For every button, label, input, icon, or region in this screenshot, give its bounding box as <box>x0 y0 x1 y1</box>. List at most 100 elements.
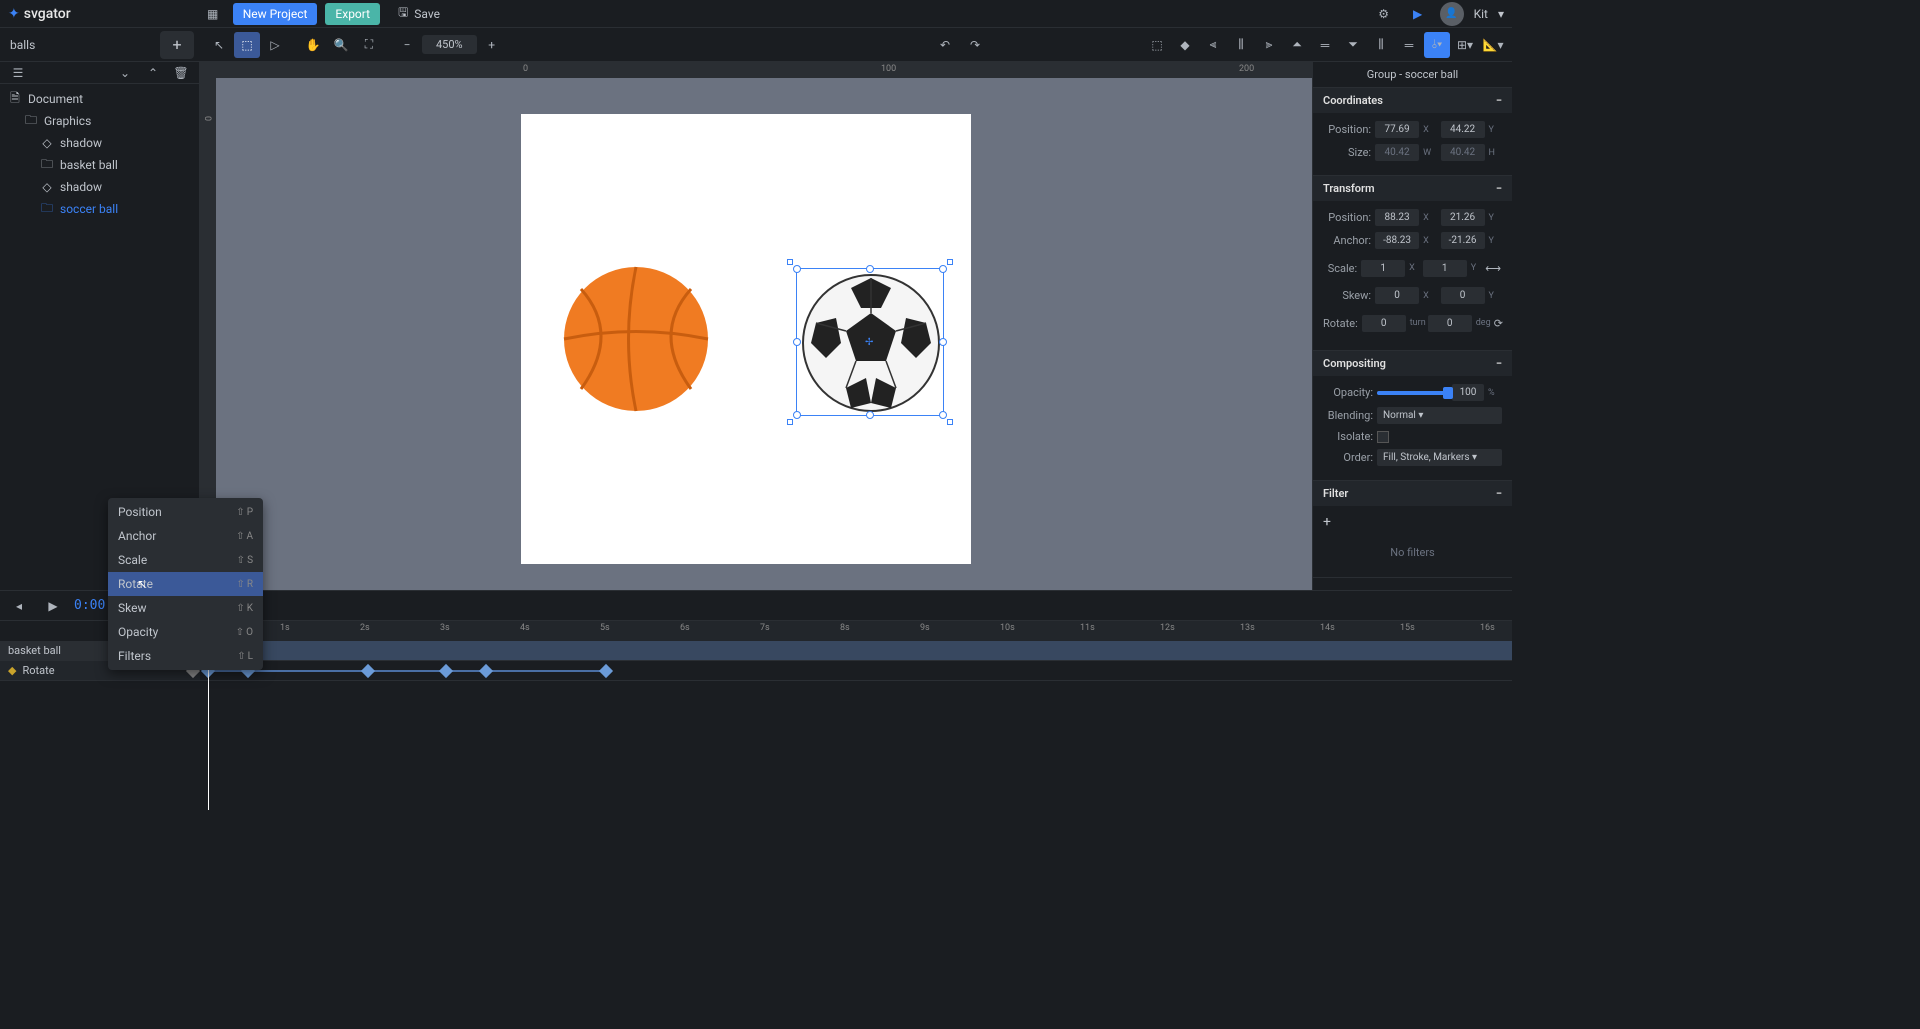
resize-handle[interactable] <box>866 265 874 273</box>
resize-handle[interactable] <box>793 411 801 419</box>
keyframe[interactable] <box>361 664 375 678</box>
size-h-input[interactable] <box>1441 144 1485 161</box>
keyframe[interactable] <box>439 664 453 678</box>
pan-tool[interactable]: ✋ <box>300 32 326 58</box>
rotate-turn-input[interactable] <box>1362 315 1406 332</box>
ctx-position[interactable]: Position⇧ P <box>108 500 263 524</box>
anchor-point-icon[interactable]: ✢ <box>865 337 873 348</box>
ctx-filters[interactable]: Filters⇧ L <box>108 644 263 668</box>
ctx-opacity[interactable]: Opacity⇧ O <box>108 620 263 644</box>
rotate-handle[interactable] <box>947 419 953 425</box>
opacity-slider[interactable] <box>1377 391 1448 395</box>
skew-y-input[interactable] <box>1441 287 1485 304</box>
blending-select[interactable]: Normal ▾ <box>1377 407 1502 424</box>
position-y-input[interactable] <box>1441 121 1485 138</box>
align-right-icon[interactable]: ⫸ <box>1256 32 1282 58</box>
resize-handle[interactable] <box>939 265 947 273</box>
zoom-level[interactable]: 450% <box>422 35 477 54</box>
distribute-h-icon[interactable]: ⫼ <box>1368 32 1394 58</box>
settings-icon[interactable]: ⚙ <box>1372 2 1396 26</box>
keyframe[interactable] <box>479 664 493 678</box>
align-bottom-icon[interactable]: ⏷ <box>1340 32 1366 58</box>
timeline-ruler[interactable]: 1s2s3s4s5s6s7s8s9s10s11s12s13s14s15s16s <box>200 621 1512 641</box>
filter-header[interactable]: Filter − <box>1313 481 1512 506</box>
redo-button[interactable]: ↷ <box>962 32 988 58</box>
rotate-handle[interactable] <box>947 259 953 265</box>
keyframe[interactable] <box>599 664 613 678</box>
size-w-input[interactable] <box>1375 144 1419 161</box>
resize-handle[interactable] <box>793 338 801 346</box>
undo-button[interactable]: ↶ <box>932 32 958 58</box>
tree-item-basketball[interactable]: 🗀 basket ball <box>0 154 199 176</box>
align-top-icon[interactable]: ⏶ <box>1284 32 1310 58</box>
trash-icon[interactable]: 🗑 <box>169 61 193 85</box>
align-middle-icon[interactable]: ═ <box>1312 32 1338 58</box>
t-position-x-input[interactable] <box>1375 209 1419 226</box>
add-button[interactable]: + <box>160 31 194 59</box>
node-tool[interactable]: ▷ <box>262 32 288 58</box>
scale-y-input[interactable] <box>1423 260 1467 277</box>
transform-header[interactable]: Transform − <box>1313 176 1512 201</box>
track-lane-rotate[interactable] <box>200 661 1512 681</box>
t-position-y-input[interactable] <box>1441 209 1485 226</box>
tree-item-soccerball[interactable]: 🗀 soccer ball <box>0 198 199 220</box>
snap-button[interactable]: ⫰▾ <box>1424 32 1450 58</box>
order-select[interactable]: Fill, Stroke, Markers ▾ <box>1377 449 1502 466</box>
align-tool-1[interactable]: ⬚ <box>1144 32 1170 58</box>
canvas[interactable]: 0 100 200 0 <box>200 62 1312 590</box>
ruler-icon[interactable]: 📐▾ <box>1480 32 1506 58</box>
rotate-deg-input[interactable] <box>1428 315 1472 332</box>
pointer-tool[interactable]: ↖ <box>206 32 232 58</box>
grid-icon[interactable]: ⊞▾ <box>1452 32 1478 58</box>
align-center-h-icon[interactable]: ⫼ <box>1228 32 1254 58</box>
track-content[interactable] <box>200 641 1512 681</box>
zoom-tool[interactable]: 🔍 <box>328 32 354 58</box>
link-icon[interactable]: ⟷ <box>1484 255 1502 281</box>
resize-handle[interactable] <box>939 338 947 346</box>
opacity-input[interactable] <box>1452 384 1484 401</box>
skew-x-input[interactable] <box>1375 287 1419 304</box>
grid-view-icon[interactable]: ▦ <box>201 2 225 26</box>
tree-root[interactable]: 🗎 Document <box>0 88 199 110</box>
align-left-icon[interactable]: ⫷ <box>1200 32 1226 58</box>
resize-handle[interactable] <box>939 411 947 419</box>
align-tool-2[interactable]: ◆ <box>1172 32 1198 58</box>
ctx-rotate[interactable]: Rotate⇧ R <box>108 572 263 596</box>
distribute-v-icon[interactable]: ═ <box>1396 32 1422 58</box>
add-filter-button[interactable]: + <box>1323 514 1331 530</box>
basketball-shape[interactable] <box>561 264 711 414</box>
track-lane-group[interactable] <box>200 641 1512 661</box>
panel-menu-icon[interactable]: ☰ <box>6 61 30 85</box>
position-x-input[interactable] <box>1375 121 1419 138</box>
ctx-scale[interactable]: Scale⇧ S <box>108 548 263 572</box>
isolate-checkbox[interactable] <box>1377 431 1389 443</box>
save-button[interactable]: 🖫 Save <box>388 0 450 28</box>
tl-prev-button[interactable]: ◂ <box>6 593 32 619</box>
export-button[interactable]: Export <box>325 3 380 25</box>
ctx-skew[interactable]: Skew⇧ K <box>108 596 263 620</box>
chevron-up-icon[interactable]: ⌃ <box>141 61 165 85</box>
play-icon[interactable]: ▶ <box>1406 2 1430 26</box>
scale-x-input[interactable] <box>1361 260 1405 277</box>
tree-item-graphics[interactable]: 🗀 Graphics <box>0 110 199 132</box>
tree-item-shadow1[interactable]: ◇ shadow <box>0 132 199 154</box>
tree-item-shadow2[interactable]: ◇ shadow <box>0 176 199 198</box>
rotate-handle[interactable] <box>787 259 793 265</box>
resize-handle[interactable] <box>793 265 801 273</box>
anchor-y-input[interactable] <box>1441 232 1485 249</box>
chevron-down-icon[interactable]: ⌄ <box>113 61 137 85</box>
tl-play-button[interactable]: ▶ <box>40 593 66 619</box>
zoom-in-button[interactable]: + <box>479 32 505 58</box>
username[interactable]: Kit <box>1474 7 1488 21</box>
transform-tool[interactable]: ⬚ <box>234 32 260 58</box>
project-name[interactable]: balls <box>0 38 160 52</box>
chevron-down-icon[interactable]: ▾ <box>1498 7 1504 21</box>
resize-handle[interactable] <box>866 411 874 419</box>
avatar[interactable]: 👤 <box>1440 2 1464 26</box>
canvas-content[interactable]: ✢ <box>216 78 1312 590</box>
coordinates-header[interactable]: Coordinates − <box>1313 88 1512 113</box>
selection-box[interactable]: ✢ <box>796 268 944 416</box>
ctx-anchor[interactable]: Anchor⇧ A <box>108 524 263 548</box>
compositing-header[interactable]: Compositing − <box>1313 351 1512 376</box>
zoom-out-button[interactable]: − <box>394 32 420 58</box>
